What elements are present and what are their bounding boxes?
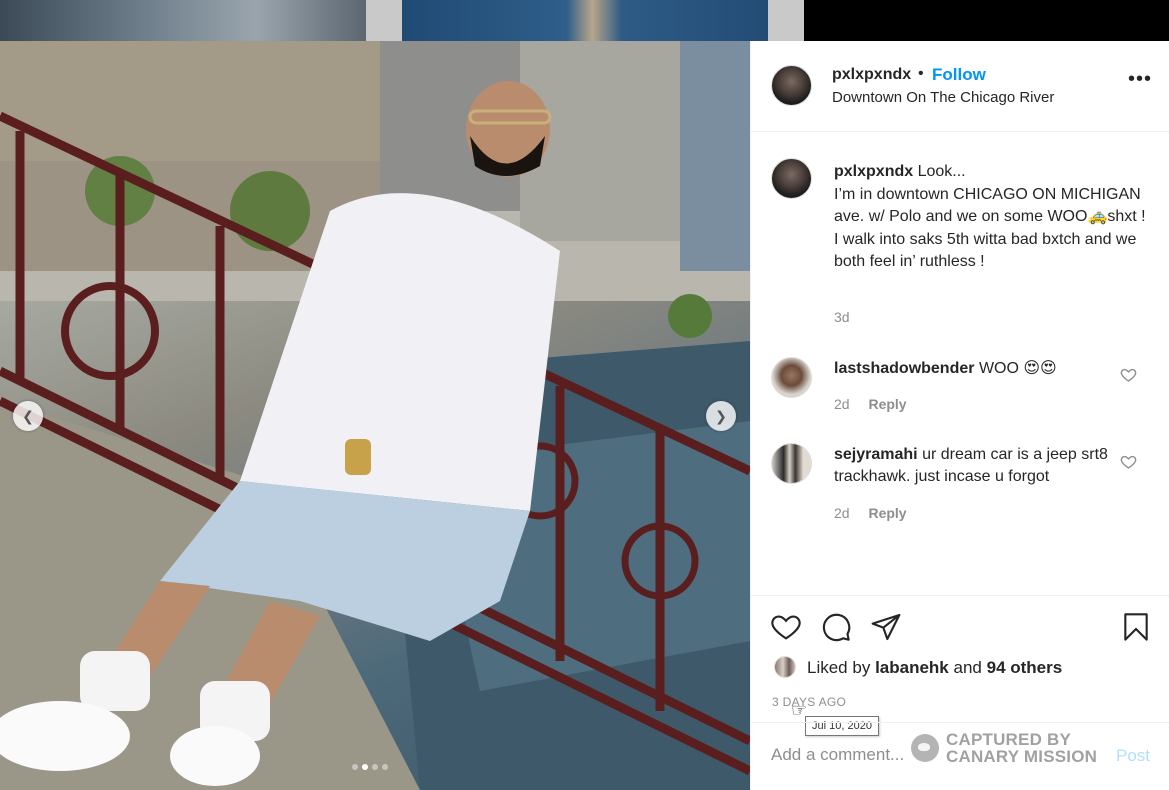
save-bookmark-icon[interactable] [1120, 611, 1152, 643]
caption-username[interactable]: pxlxpxndx [834, 163, 913, 180]
comment-meta: 2d Reply [834, 505, 907, 521]
likes-prefix: Liked by [807, 658, 871, 677]
comment-text: WOO 😍😍 [978, 360, 1057, 377]
likes-and: and [953, 658, 982, 677]
like-comment-heart-icon[interactable] [1120, 453, 1137, 470]
carousel-dot [382, 764, 388, 770]
more-options-icon[interactable]: ••• [1128, 69, 1152, 89]
like-heart-icon[interactable] [770, 611, 802, 643]
add-comment-bar: CAPTURED BY CANARY MISSION Post [751, 722, 1169, 790]
commenter-avatar[interactable] [771, 357, 812, 398]
like-comment-heart-icon[interactable] [1120, 366, 1137, 383]
carousel-dot [352, 764, 358, 770]
reply-button[interactable]: Reply [868, 505, 906, 521]
carousel-dot [372, 764, 378, 770]
follow-button[interactable]: Follow [932, 65, 986, 85]
canary-mission-watermark: CAPTURED BY CANARY MISSION [911, 731, 1097, 765]
commenter-avatar[interactable] [771, 443, 812, 484]
watermark-line1: CAPTURED BY [946, 730, 1071, 749]
feed-backdrop [0, 0, 1169, 41]
chevron-right-icon: ❯ [715, 407, 727, 424]
commenter-username[interactable]: sejyramahi [834, 446, 918, 463]
carousel-indicator [352, 764, 388, 770]
share-paper-plane-icon[interactable] [870, 611, 902, 643]
caption-line: I’m in downtown CHICAGO ON MICHIGAN ave.… [834, 185, 1146, 226]
post-header: pxlxpxndx • Follow Downtown On The Chica… [751, 41, 1169, 132]
carousel-dot-active [362, 764, 368, 770]
carousel-prev-button[interactable]: ❮ [13, 401, 43, 431]
caption-avatar[interactable] [771, 158, 812, 199]
author-username[interactable]: pxlxpxndx [832, 66, 911, 84]
backdrop-gap [366, 0, 402, 41]
watermark-text: CAPTURED BY CANARY MISSION [946, 731, 1097, 765]
post-side-panel: pxlxpxndx • Follow Downtown On The Chica… [750, 41, 1169, 790]
photo-illustration [0, 41, 750, 790]
comment-body: lastshadowbender WOO 😍😍 [834, 358, 1114, 380]
caption-line: Look... [917, 163, 966, 180]
caption-line: I walk into saks 5th witta bad bxtch and… [834, 230, 1137, 271]
comment-body: sejyramahi ur dream car is a jeep srt8 t… [834, 444, 1114, 488]
post-location[interactable]: Downtown On The Chicago River [832, 89, 1054, 106]
post-photo[interactable]: ❮ ❯ [0, 41, 750, 790]
comment-meta: 2d Reply [834, 396, 907, 412]
post-comment-button[interactable]: Post [1116, 746, 1150, 766]
post-timestamp[interactable]: 3 DAYS AGO [772, 695, 846, 709]
canary-bird-icon [911, 734, 939, 762]
liker-avatar[interactable] [774, 656, 796, 678]
reply-button[interactable]: Reply [868, 396, 906, 412]
comment-input[interactable] [771, 745, 921, 765]
backdrop-image-left [0, 0, 366, 41]
carousel-next-button[interactable]: ❯ [706, 401, 736, 431]
chevron-left-icon: ❮ [22, 407, 34, 424]
comment-bubble-icon[interactable] [820, 611, 852, 643]
backdrop-gap [768, 0, 804, 41]
author-avatar[interactable] [771, 65, 812, 106]
comment-time[interactable]: 2d [834, 396, 850, 412]
likes-summary: Liked by labanehk and 94 others [807, 658, 1062, 678]
watermark-line2: CANARY MISSION [946, 747, 1098, 766]
header-separator: • [918, 65, 924, 82]
post-caption: pxlxpxndx Look... I’m in downtown CHICAG… [834, 161, 1154, 274]
liker-username[interactable]: labanehk [875, 658, 949, 677]
backdrop-image-center [402, 0, 768, 41]
commenter-username[interactable]: lastshadowbender [834, 360, 974, 377]
comment-time[interactable]: 2d [834, 505, 850, 521]
likes-others-link[interactable]: 94 others [987, 658, 1063, 677]
caption-time[interactable]: 3d [834, 309, 850, 325]
